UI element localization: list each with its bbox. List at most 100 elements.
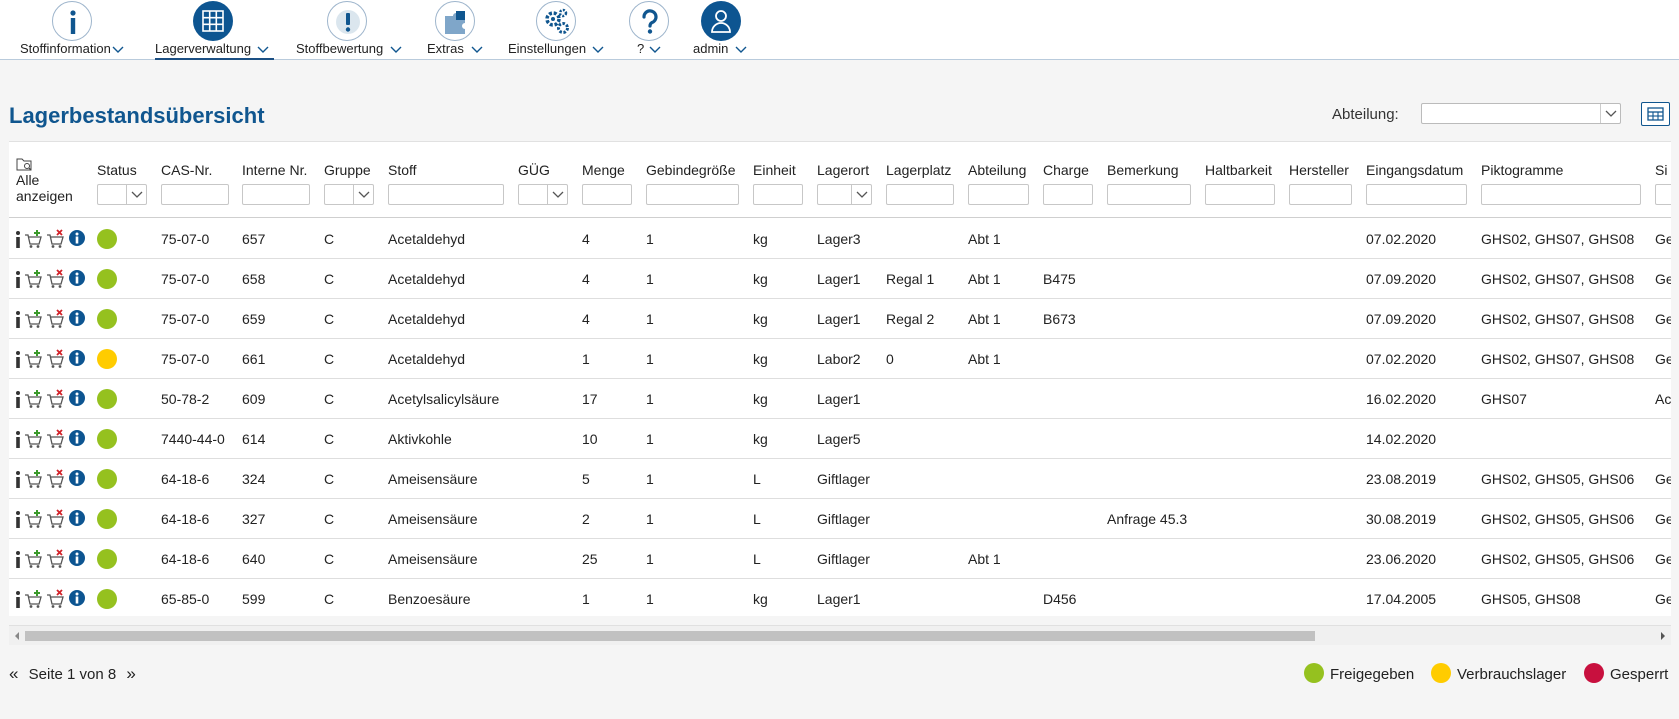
filter-cas[interactable] [161, 184, 229, 205]
nav-lagerverwaltung[interactable]: Lagerverwaltung [155, 0, 274, 60]
info-text-icon[interactable] [14, 309, 22, 329]
horizontal-scrollbar[interactable] [9, 625, 1671, 645]
nav-stoffinformation[interactable]: Stoffinformation [20, 0, 124, 60]
cart-add-icon[interactable] [24, 469, 42, 489]
col-einheit[interactable]: Einheit [753, 162, 796, 178]
scroll-left-icon[interactable] [12, 631, 22, 641]
filter-einheit[interactable] [753, 184, 803, 205]
cart-add-icon[interactable] [24, 349, 42, 369]
cart-add-icon[interactable] [24, 429, 42, 449]
info-text-icon[interactable] [14, 229, 22, 249]
col-abteilung[interactable]: Abteilung [968, 162, 1026, 178]
cart-remove-icon[interactable] [46, 589, 64, 609]
filter-gebindegroesse[interactable] [646, 184, 739, 205]
cart-remove-icon[interactable] [46, 509, 64, 529]
col-lagerort[interactable]: Lagerort [817, 162, 869, 178]
filter-bemerkung[interactable] [1107, 184, 1191, 205]
info-circle-icon[interactable] [68, 549, 86, 569]
info-circle-icon[interactable] [68, 589, 86, 609]
col-gruppe[interactable]: Gruppe [324, 162, 371, 178]
pager-prev-button[interactable]: « [9, 664, 18, 683]
export-table-button[interactable] [1641, 102, 1670, 126]
filter-haltbarkeit[interactable] [1205, 184, 1275, 205]
table-row[interactable]: 50-78-2 609 C Acetylsalicylsäure 17 1 kg Lager1… [9, 379, 1671, 419]
info-circle-icon[interactable] [68, 269, 86, 289]
nav-einstellungen[interactable]: Einstellungen [508, 0, 608, 60]
cart-remove-icon[interactable] [46, 229, 64, 249]
show-all-button[interactable]: Alle anzeigen [16, 156, 86, 204]
cart-add-icon[interactable] [24, 269, 42, 289]
col-gug[interactable]: GÜG [518, 162, 550, 178]
filter-lagerplatz[interactable] [886, 184, 954, 205]
nav-admin[interactable]: admin [693, 0, 749, 60]
filter-menge[interactable] [582, 184, 632, 205]
cart-remove-icon[interactable] [46, 309, 64, 329]
info-text-icon[interactable] [14, 469, 22, 489]
cart-remove-icon[interactable] [46, 549, 64, 569]
filter-gug[interactable] [518, 184, 568, 205]
col-haltbarkeit[interactable]: Haltbarkeit [1205, 162, 1272, 178]
scroll-right-icon[interactable] [1658, 631, 1668, 641]
info-circle-icon[interactable] [68, 429, 86, 449]
filter-intern[interactable] [242, 184, 310, 205]
cart-add-icon[interactable] [24, 509, 42, 529]
info-text-icon[interactable] [14, 589, 22, 609]
nav-stoffbewertung[interactable]: Stoffbewertung [296, 0, 402, 60]
info-circle-icon[interactable] [68, 389, 86, 409]
col-eingangsdatum[interactable]: Eingangsdatum [1366, 162, 1463, 178]
nav-extras[interactable]: Extras [427, 0, 485, 60]
cart-remove-icon[interactable] [46, 469, 64, 489]
cart-add-icon[interactable] [24, 549, 42, 569]
table-row[interactable]: 75-07-0 659 C Acetaldehyd 4 1 kg Lager1 Regal 2 A… [9, 299, 1671, 339]
col-charge[interactable]: Charge [1043, 162, 1089, 178]
table-row[interactable]: 65-85-0 599 C Benzoesäure 1 1 kg Lager1 D456 17.0… [9, 579, 1671, 616]
col-stoff[interactable]: Stoff [388, 162, 417, 178]
info-circle-icon[interactable] [68, 349, 86, 369]
col-menge[interactable]: Menge [582, 162, 625, 178]
table-row[interactable]: 75-07-0 658 C Acetaldehyd 4 1 kg Lager1 Regal 1 A… [9, 259, 1671, 299]
info-text-icon[interactable] [14, 389, 22, 409]
pager-next-button[interactable]: » [126, 664, 135, 683]
cart-remove-icon[interactable] [46, 349, 64, 369]
table-row[interactable]: 64-18-6 640 C Ameisensäure 25 1 L Giftlager Abt … [9, 539, 1671, 579]
col-gebindegroesse[interactable]: Gebindegröße [646, 162, 736, 178]
info-text-icon[interactable] [14, 429, 22, 449]
filter-piktogramme[interactable] [1481, 184, 1641, 205]
col-bemerkung[interactable]: Bemerkung [1107, 162, 1179, 178]
filter-charge[interactable] [1043, 184, 1093, 205]
filter-lagerort[interactable] [817, 184, 872, 205]
col-piktogramme[interactable]: Piktogramme [1481, 162, 1563, 178]
filter-hersteller[interactable] [1289, 184, 1352, 205]
filter-abteilung[interactable] [968, 184, 1029, 205]
cart-add-icon[interactable] [24, 229, 42, 249]
cart-remove-icon[interactable] [46, 429, 64, 449]
table-row[interactable]: 75-07-0 657 C Acetaldehyd 4 1 kg Lager3 Abt 1 07.… [9, 219, 1671, 259]
info-text-icon[interactable] [14, 549, 22, 569]
table-row[interactable]: 64-18-6 327 C Ameisensäure 2 1 L Giftlager Anfra… [9, 499, 1671, 539]
col-cas[interactable]: CAS-Nr. [161, 162, 212, 178]
filter-gruppe[interactable] [324, 184, 374, 205]
col-lagerplatz[interactable]: Lagerplatz [886, 162, 951, 178]
cart-add-icon[interactable] [24, 309, 42, 329]
cart-remove-icon[interactable] [46, 389, 64, 409]
nav-help[interactable]: ? [629, 0, 669, 60]
filter-stoff[interactable] [388, 184, 504, 205]
info-circle-icon[interactable] [68, 309, 86, 329]
scrollbar-thumb[interactable] [25, 631, 1315, 641]
cart-add-icon[interactable] [24, 589, 42, 609]
table-row[interactable]: 64-18-6 324 C Ameisensäure 5 1 L Giftlager 23.08… [9, 459, 1671, 499]
abteilung-select[interactable] [1421, 103, 1621, 124]
col-status[interactable]: Status [97, 162, 137, 178]
info-circle-icon[interactable] [68, 229, 86, 249]
info-circle-icon[interactable] [68, 469, 86, 489]
table-row[interactable]: 7440-44-0 614 C Aktivkohle 10 1 kg Lager5 14.02.… [9, 419, 1671, 459]
info-text-icon[interactable] [14, 349, 22, 369]
info-text-icon[interactable] [14, 269, 22, 289]
info-text-icon[interactable] [14, 509, 22, 529]
col-hersteller[interactable]: Hersteller [1289, 162, 1349, 178]
filter-signalwort[interactable] [1655, 184, 1671, 205]
cart-remove-icon[interactable] [46, 269, 64, 289]
cart-add-icon[interactable] [24, 389, 42, 409]
table-row[interactable]: 75-07-0 661 C Acetaldehyd 1 1 kg Labor2 0 Abt 1 07… [9, 339, 1671, 379]
filter-eingangsdatum[interactable] [1366, 184, 1467, 205]
